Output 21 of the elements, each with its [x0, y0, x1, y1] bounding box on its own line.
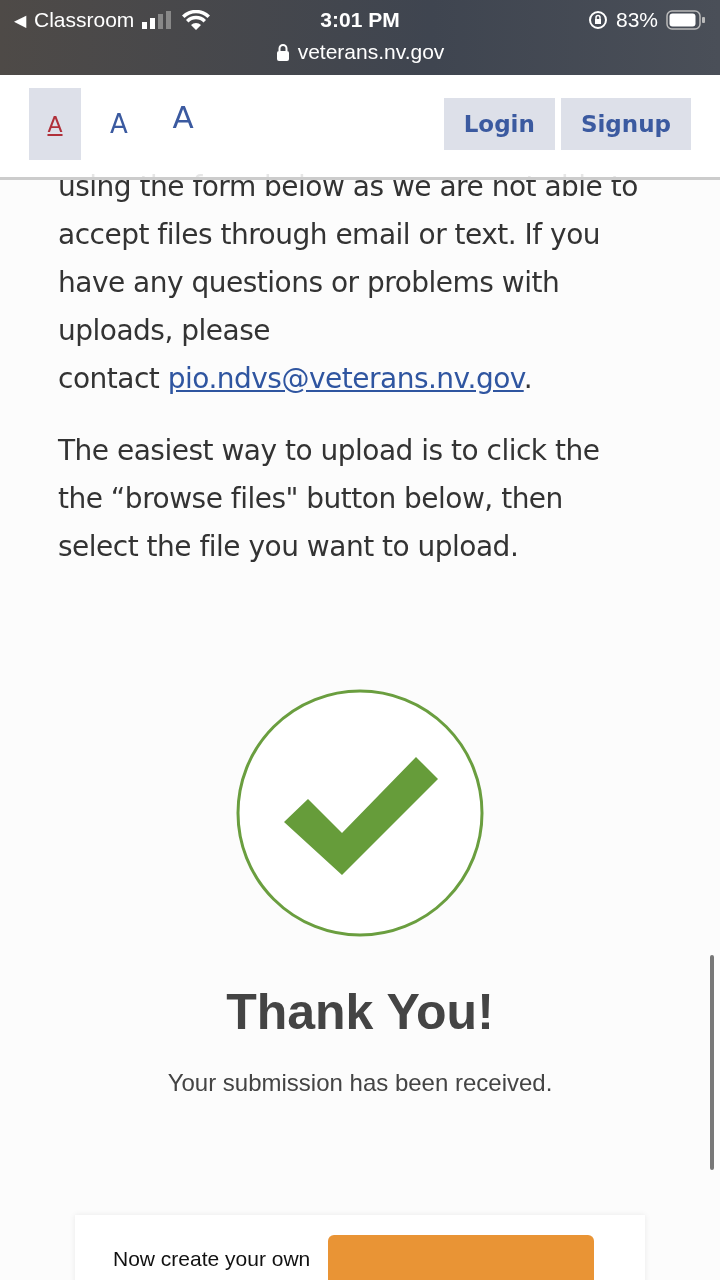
rotation-lock-icon — [587, 10, 608, 30]
promo-text: Now create your own — [113, 1247, 311, 1271]
battery-icon — [666, 10, 706, 30]
wifi-icon — [182, 10, 211, 30]
instructions-paragraph: The easiest way to upload is to click the the “browse files" button below, then select the file you want to upload. — [57, 433, 601, 565]
email-link[interactable]: pio.ndvs@veterans.nv.gov — [167, 362, 524, 395]
text-size-button[interactable]: A — [93, 88, 145, 160]
back-label[interactable]: Classroom — [34, 8, 135, 32]
thank-you-title: Thank You! — [226, 983, 494, 1041]
auth-button[interactable]: Signup — [560, 98, 691, 150]
text-size-button[interactable]: A — [29, 88, 81, 160]
url-text[interactable]: veterans.nv.gov — [297, 40, 445, 64]
lock-icon — [275, 43, 290, 61]
create-button[interactable] — [328, 1235, 595, 1280]
back-icon[interactable]: ◀ — [14, 10, 26, 30]
checkmark-icon — [236, 689, 484, 937]
confirmation-message: Your submission has been received. — [167, 1069, 553, 1097]
clock-time: 3:01 PM — [320, 8, 400, 32]
auth-button[interactable]: Login — [443, 98, 555, 150]
text-size-button[interactable]: A — [157, 88, 209, 160]
battery-percent: 83% — [615, 8, 658, 32]
